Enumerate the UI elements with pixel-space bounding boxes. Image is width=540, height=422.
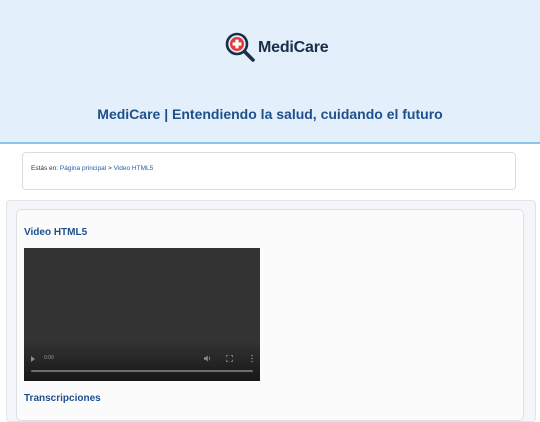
site-logo[interactable]: MediCare — [223, 30, 329, 66]
video-time: 0:00 — [44, 355, 54, 361]
breadcrumb-home-link[interactable]: Página principal — [60, 165, 106, 172]
site-header: MediCare MediCare | Entendiendo la salud… — [0, 0, 540, 144]
breadcrumb-prefix: Estás en: — [31, 165, 59, 172]
logo-text: MediCare — [258, 39, 329, 56]
play-icon[interactable] — [31, 356, 35, 362]
transcripts-section-title: Transcripciones — [24, 393, 101, 404]
breadcrumb-box: Estás en: Página principal > Video HTML5 — [22, 152, 516, 190]
volume-icon[interactable] — [204, 355, 212, 362]
video-controls-bar — [24, 341, 260, 381]
medicare-magnifier-cross-icon — [225, 32, 255, 62]
fullscreen-icon[interactable] — [226, 355, 233, 362]
more-options-icon[interactable] — [249, 354, 255, 363]
breadcrumb-current-link[interactable]: Video HTML5 — [114, 165, 154, 172]
breadcrumb-separator: > — [108, 165, 112, 172]
site-tagline: MediCare | Entendiendo la salud, cuidand… — [97, 106, 443, 122]
video-section-title: Video HTML5 — [24, 227, 88, 238]
video-progress-track[interactable] — [31, 370, 253, 372]
video-player[interactable]: 0:00 — [24, 248, 260, 381]
breadcrumb: Estás en: Página principal > Video HTML5 — [31, 165, 153, 172]
